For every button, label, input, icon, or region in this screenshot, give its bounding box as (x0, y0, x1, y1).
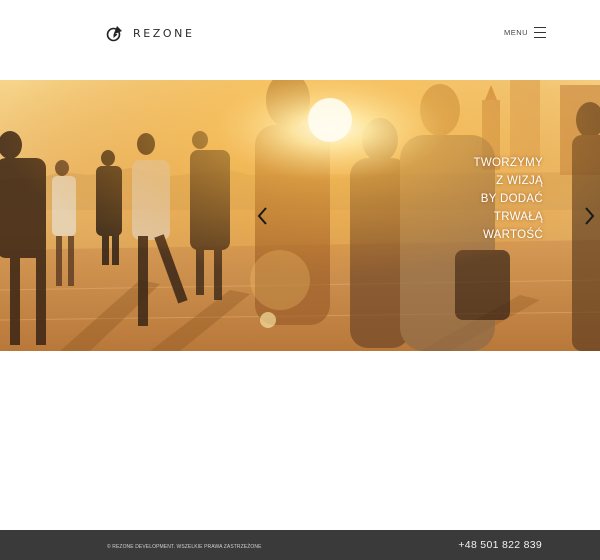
chevron-right-icon[interactable] (584, 206, 596, 226)
hero-slider: TWORZYMY Z WIZJĄ BY DODAĆ TRWAŁĄ WARTOŚĆ (0, 80, 600, 351)
site-footer: © REZONE DEVELOPMENT. WSZELKIE PRAWA ZAS… (0, 530, 600, 560)
caption-line: BY DODAĆ (480, 193, 543, 205)
brand-logo[interactable]: REZONE (106, 23, 195, 42)
menu-button[interactable]: MENU (504, 27, 547, 38)
hamburger-menu-icon (534, 27, 547, 38)
hero-caption: TWORZYMY Z WIZJĄ BY DODAĆ TRWAŁĄ WARTOŚĆ (474, 154, 543, 244)
menu-label: MENU (504, 28, 529, 37)
caption-line: TRWAŁĄ (493, 211, 543, 223)
caption-line: Z WIZJĄ (496, 175, 543, 187)
brand-name: REZONE (133, 27, 195, 40)
chevron-left-icon[interactable] (256, 206, 268, 226)
copyright-text: © REZONE DEVELOPMENT. WSZELKIE PRAWA ZAS… (107, 544, 262, 550)
phone-link[interactable]: +48 501 822 839 (458, 539, 542, 551)
site-header: REZONE MENU (0, 0, 600, 80)
rezone-logo-icon (106, 26, 122, 42)
caption-line: WARTOŚĆ (482, 229, 543, 241)
caption-line: TWORZYMY (473, 157, 543, 169)
